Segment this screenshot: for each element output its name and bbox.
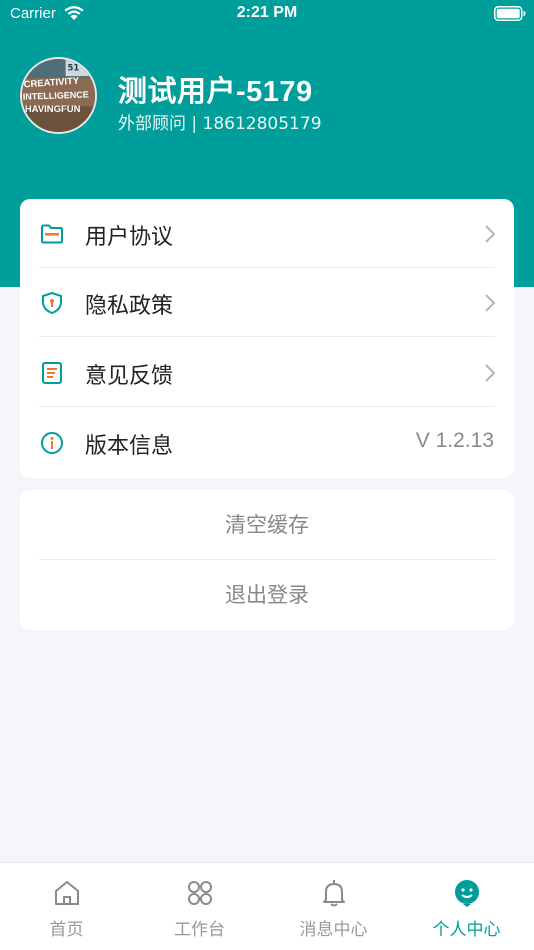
feedback-doc-icon (42, 362, 62, 384)
grid-icon (188, 881, 212, 905)
menu-item-label: 意见反馈 (85, 364, 174, 389)
chevron-right-icon (485, 294, 496, 312)
person-icon (455, 880, 479, 907)
chevron-right-icon (485, 364, 496, 382)
menu-item-privacy-policy[interactable]: 隐私政策 (20, 268, 514, 337)
status-bar: Carrier 2:21 PM (0, 0, 534, 30)
avatar[interactable]: 51 CREATIVITY INTELLIGENCE HAVINGFUN (20, 57, 97, 134)
avatar-image: 51 CREATIVITY INTELLIGENCE HAVINGFUN (22, 59, 95, 132)
bottom-tab-bar: 首页 工作台 消息中心 个人中心 (0, 862, 534, 950)
svg-text:HAVINGFUN: HAVINGFUN (25, 104, 81, 115)
shield-icon (42, 291, 62, 315)
divider (39, 406, 495, 407)
menu-item-label: 隐私政策 (85, 294, 174, 319)
menu-item-feedback[interactable]: 意见反馈 (20, 338, 514, 407)
svg-text:51: 51 (68, 63, 80, 73)
divider (39, 336, 495, 337)
settings-menu-card: 用户协议 隐私政策 意见反馈 版本信息 V 1.2.13 (20, 199, 514, 478)
menu-item-label: 用户协议 (85, 225, 174, 250)
version-value: V 1.2.13 (415, 429, 494, 452)
info-icon (41, 432, 63, 454)
logout-button[interactable]: 退出登录 (20, 560, 514, 630)
actions-card: 清空缓存 退出登录 (20, 490, 514, 630)
home-icon (55, 881, 79, 905)
tab-messages[interactable]: 消息中心 (267, 863, 400, 950)
user-role-phone: 外部顾问 | 18612805179 (118, 114, 322, 134)
status-time: 2:21 PM (236, 4, 298, 21)
bell-icon (323, 880, 345, 907)
menu-item-label: 版本信息 (85, 434, 174, 459)
tab-label: 首页 (49, 920, 84, 940)
tab-label: 个人中心 (432, 920, 501, 940)
user-name: 测试用户-5179 (118, 76, 313, 108)
menu-item-user-agreement[interactable]: 用户协议 (20, 199, 514, 268)
folder-icon (41, 224, 63, 244)
tab-workbench[interactable]: 工作台 (133, 863, 266, 950)
tab-label: 工作台 (174, 920, 225, 940)
battery-full-icon (494, 6, 526, 21)
profile-screen: Carrier 2:21 PM 51 CREATIVITY INTELLIGEN… (0, 0, 534, 950)
tab-profile[interactable]: 个人中心 (400, 863, 533, 950)
menu-item-version-info[interactable]: 版本信息 V 1.2.13 (20, 408, 514, 477)
clear-cache-button[interactable]: 清空缓存 (20, 490, 514, 560)
chevron-right-icon (485, 225, 496, 243)
tab-label: 消息中心 (299, 920, 368, 940)
tab-home[interactable]: 首页 (0, 863, 133, 950)
